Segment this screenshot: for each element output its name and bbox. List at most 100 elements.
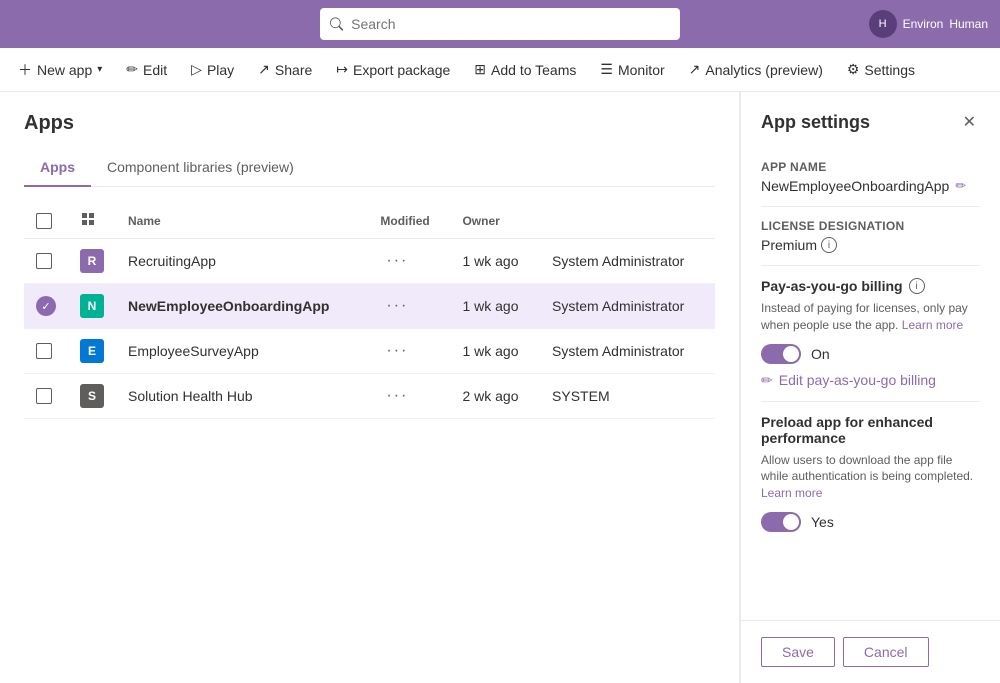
modified-cell: 1 wk ago (450, 329, 540, 374)
billing-title: Pay-as-you-go billing (761, 278, 903, 294)
edit-icon: ✏ (126, 61, 138, 78)
billing-section: Pay-as-you-go billing i Instead of payin… (761, 266, 980, 402)
page-title: Apps (24, 112, 715, 135)
edit-billing-button[interactable]: ✏ Edit pay-as-you-go billing (761, 372, 936, 389)
share-icon: ↗ (258, 61, 270, 78)
owner-cell: SYSTEM (540, 374, 715, 419)
app-name-cell: RecruitingApp (116, 239, 368, 284)
left-panel: Apps Apps Component libraries (preview) … (0, 92, 740, 683)
app-name-label: App name (761, 160, 980, 174)
header-checkbox[interactable] (36, 213, 52, 229)
play-icon: ▷ (191, 61, 202, 78)
share-button[interactable]: ↗ Share (248, 55, 322, 84)
preload-desc: Allow users to download the app file whi… (761, 452, 980, 502)
export-package-button[interactable]: ↦ Export package (326, 55, 460, 84)
tabs: Apps Component libraries (preview) (24, 151, 715, 187)
billing-toggle[interactable] (761, 344, 801, 364)
table-row[interactable]: E EmployeeSurveyApp ··· 1 wk agoSystem Admi… (24, 329, 715, 374)
play-button[interactable]: ▷ Play (181, 55, 244, 84)
row-checkbox-cell (24, 374, 68, 419)
app-icon-cell: S (68, 374, 116, 419)
avatar: H (869, 10, 897, 38)
more-actions-button[interactable]: ··· (380, 250, 414, 272)
row-checkbox[interactable] (36, 253, 52, 269)
row-checkbox-cell (24, 239, 68, 284)
modified-cell: 1 wk ago (450, 239, 540, 284)
billing-info-icon[interactable]: i (909, 278, 925, 294)
search-icon (330, 17, 343, 31)
monitor-button[interactable]: ☰ Monitor (590, 55, 674, 84)
table-row[interactable]: ✓ N NewEmployeeOnboardingApp ··· 1 wk agoSys… (24, 284, 715, 329)
more-actions-cell: ··· (368, 284, 450, 329)
billing-learn-more-link[interactable]: Learn more (902, 318, 963, 332)
modified-cell: 1 wk ago (450, 284, 540, 329)
more-actions-button[interactable]: ··· (380, 385, 414, 407)
selected-check: ✓ (36, 296, 56, 316)
edit-billing-icon: ✏ (761, 372, 773, 389)
add-to-teams-button[interactable]: ⊞ Add to Teams (464, 55, 586, 84)
more-actions-button[interactable]: ··· (380, 295, 414, 317)
app-name-cell: NewEmployeeOnboardingApp (116, 284, 368, 329)
owner-cell: System Administrator (540, 239, 715, 284)
table-row[interactable]: SSolution Health Hub ··· 2 wk agoSYSTEM (24, 374, 715, 419)
main-layout: Apps Apps Component libraries (preview) … (0, 92, 1000, 683)
tab-apps[interactable]: Apps (24, 151, 91, 187)
edit-app-name-icon[interactable]: ✏ (955, 178, 966, 194)
preload-toggle-knob (783, 514, 799, 530)
row-checkbox[interactable] (36, 343, 52, 359)
close-settings-button[interactable]: ✕ (959, 108, 980, 136)
col-owner: Owner (450, 203, 540, 239)
app-icon-cell: R (68, 239, 116, 284)
license-section: License designation Premium i (761, 207, 980, 266)
command-bar: ＋ New app ▾ ✏ Edit ▷ Play ↗ Share ↦ Expo… (0, 48, 1000, 92)
analytics-button[interactable]: ↗ Analytics (preview) (679, 55, 833, 84)
preload-learn-more-link[interactable]: Learn more (761, 486, 822, 500)
app-name-cell: Solution Health Hub (116, 374, 368, 419)
billing-header: Pay-as-you-go billing i (761, 278, 980, 294)
analytics-icon: ↗ (689, 61, 701, 78)
col-modified: Modified (368, 203, 450, 239)
preload-toggle-row: Yes (761, 512, 980, 532)
cancel-button[interactable]: Cancel (843, 637, 929, 667)
row-checkbox-cell (24, 329, 68, 374)
search-box[interactable] (320, 8, 680, 40)
new-app-button[interactable]: ＋ New app ▾ (8, 54, 112, 86)
plus-icon: ＋ (18, 60, 32, 80)
owner-cell: System Administrator (540, 329, 715, 374)
app-icon: R (80, 249, 104, 273)
row-checkbox-cell: ✓ (24, 284, 68, 329)
col-icon (68, 203, 116, 239)
app-icon: E (80, 339, 104, 363)
col-checkbox (24, 203, 68, 239)
app-name-value: NewEmployeeOnboardingApp ✏ (761, 178, 980, 194)
modified-cell: 2 wk ago (450, 374, 540, 419)
save-button[interactable]: Save (761, 637, 835, 667)
dropdown-arrow-icon: ▾ (97, 64, 102, 75)
license-label: License designation (761, 219, 980, 233)
settings-footer: Save Cancel (741, 620, 1000, 683)
preload-toggle-label: Yes (811, 514, 834, 530)
more-actions-button[interactable]: ··· (380, 340, 414, 362)
tab-component-libraries[interactable]: Component libraries (preview) (91, 151, 310, 187)
monitor-icon: ☰ (600, 61, 613, 78)
app-name-cell: EmployeeSurveyApp (116, 329, 368, 374)
owner-cell: System Administrator (540, 284, 715, 329)
col-name: Name (116, 203, 368, 239)
col-actions (540, 203, 715, 239)
billing-desc: Instead of paying for licenses, only pay… (761, 300, 980, 334)
billing-toggle-label: On (811, 346, 830, 362)
billing-toggle-row: On (761, 344, 980, 364)
user-name: Human (949, 17, 988, 31)
settings-title: App settings (761, 112, 870, 133)
app-icon: N (80, 294, 104, 318)
edit-button[interactable]: ✏ Edit (116, 55, 177, 84)
license-info-icon[interactable]: i (821, 237, 837, 253)
table-row[interactable]: R RecruitingApp ··· 1 wk agoSystem Administ… (24, 239, 715, 284)
row-checkbox[interactable] (36, 388, 52, 404)
search-input[interactable] (351, 16, 670, 32)
preload-section: Preload app for enhanced performance All… (761, 402, 980, 552)
settings-button[interactable]: ⚙ Settings (837, 55, 925, 84)
app-name-section: App name NewEmployeeOnboardingApp ✏ (761, 148, 980, 207)
preload-toggle[interactable] (761, 512, 801, 532)
teams-icon: ⊞ (474, 61, 486, 78)
